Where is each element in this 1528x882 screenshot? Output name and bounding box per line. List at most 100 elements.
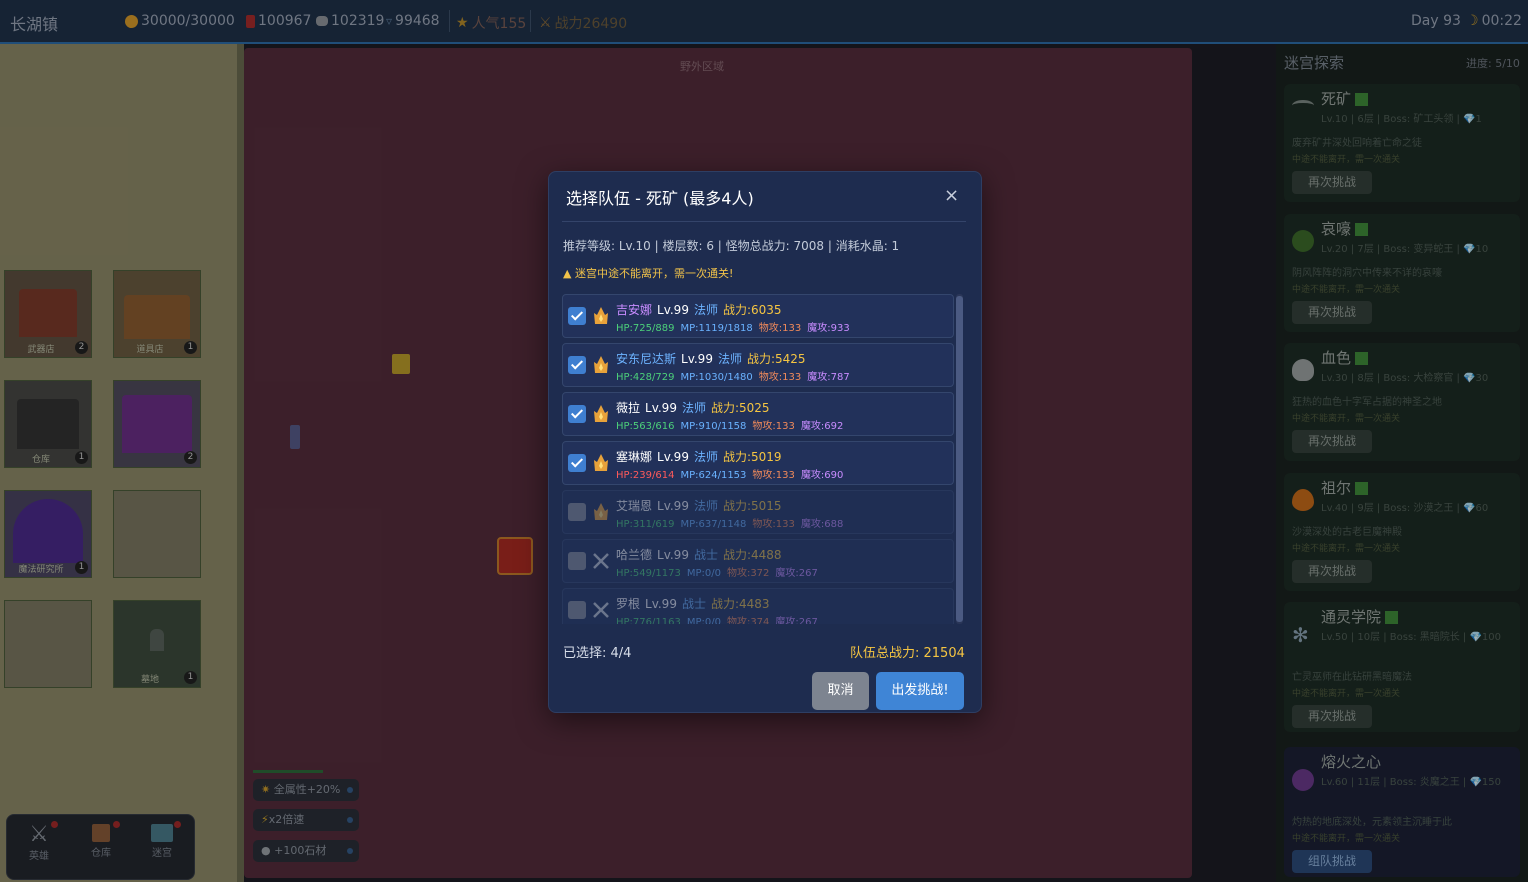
power-counter: ⚔ 战力26490 [539,15,628,32]
hero-class: 法师 [681,401,706,415]
cleared-check-icon [1355,93,1369,106]
storage-button[interactable]: 仓库 [76,821,126,859]
hero-row[interactable]: 艾瑞恩 Lv.99 法师 战力:5015 HP:311/619 MP:637/1148 物攻… [562,490,954,534]
building-warehouse[interactable]: 仓库 1 [4,380,92,468]
house-roof [124,295,190,339]
buff-stone[interactable]: ● +100石材 [253,840,359,862]
retry-button[interactable]: 再次挑战 [1292,705,1372,728]
dungeon-warning: 中途不能离开，需一次通关 [1292,834,1401,844]
gold-coin-icon [125,14,138,28]
map-hero-unit[interactable] [290,425,300,449]
hero-summary: 塞琳娜 Lv.99 法师 战力:5019 [616,448,782,465]
hero-stats: HP:776/1163 MP:0/0 物攻:374 魔攻:267 [616,613,818,624]
hero-magic-attack: 魔攻:933 [807,323,850,334]
hero-checkbox[interactable] [568,503,586,521]
buff-label: x2倍速 [268,813,305,826]
cancel-button[interactable]: 取消 [812,672,869,710]
hero-class: 战士 [681,597,706,611]
dungeon-meta: Lv.20 | 7层 | Boss: 变异蛇王 | 💎10 [1321,244,1489,255]
heroes-button[interactable]: ⚔ 英雄 [14,821,64,862]
hero-summary: 薇拉 Lv.99 法师 战力:5025 [616,399,770,416]
retry-button[interactable]: 再次挑战 [1292,430,1372,453]
dialog-divider [562,221,966,222]
hero-name: 艾瑞恩 [616,499,653,513]
retry-button[interactable]: 再次挑战 [1292,301,1372,324]
hero-row[interactable]: 薇拉 Lv.99 法师 战力:5025 HP:563/616 MP:910/1158 物攻:… [562,392,954,436]
close-icon[interactable]: × [944,185,959,206]
mage-flame-icon [591,502,611,522]
crossed-swords-icon: ⚔ [539,15,552,31]
hero-physical-attack: 物攻:133 [758,372,802,383]
scrollbar-thumb[interactable] [956,296,963,622]
dungeon-description: 灼热的地底深处，元素领主沉睡于此 [1292,817,1452,828]
building-count-badge: 1 [75,451,88,464]
warning-text: 迷宫中途不能离开，需一次通关! [574,267,734,280]
mage-flame-icon [591,355,611,375]
warning-icon: ▲ [563,267,575,280]
buff-speed[interactable]: ⚡x2倍速 [253,809,359,831]
map-monster-marker[interactable] [497,537,533,575]
house-roof [122,395,192,453]
retry-button[interactable]: 再次挑战 [1292,171,1372,194]
hero-checkbox[interactable] [568,307,586,325]
hero-hp: HP:311/619 [616,519,675,530]
hero-mp: MP:637/1148 [680,519,747,530]
hero-power: 战力:6035 [722,303,782,317]
hero-magic-attack: 魔攻:787 [807,372,850,383]
dungeon-warning: ▲ 迷宫中途不能离开，需一次通关! [563,265,733,281]
buff-all-stats[interactable]: ✷ 全属性+20% [253,779,359,801]
building-label: 墓地 [140,675,159,685]
building-magic-institute[interactable]: 魔法研究所 1 [4,490,92,578]
dungeon-progress: 进度: 5/10 [1466,57,1520,70]
flame-icon [1292,489,1314,511]
star-icon: ★ [456,15,469,31]
dungeon-name: 通灵学院 [1321,606,1399,627]
dialog-title: 选择队伍 - 死矿 (最多4人) [566,189,754,208]
hero-row[interactable]: 安东尼达斯 Lv.99 法师 战力:5425 HP:428/729 MP:1030/148… [562,343,954,387]
empty-building-lot[interactable] [113,490,201,578]
pickaxe-icon [1292,100,1314,111]
hero-checkbox[interactable] [568,356,586,374]
building-count-badge: 2 [184,451,197,464]
hero-row[interactable]: 哈兰德 Lv.99 战士 战力:4488 HP:549/1173 MP:0/0 物攻:372… [562,539,954,583]
potion-icon [246,14,255,28]
hero-checkbox[interactable] [568,552,586,570]
hero-physical-attack: 物攻:133 [752,519,795,530]
start-challenge-button[interactable]: 出发挑战! [876,672,964,710]
hero-checkbox[interactable] [568,601,586,619]
tombstone-icon [150,629,164,651]
hero-checkbox[interactable] [568,454,586,472]
dungeon-button[interactable]: 迷宫 [137,821,187,859]
hero-mp: MP:0/0 [686,617,721,624]
dungeon-card-zulfarrak: 祖尔 Lv.40 | 9层 | Boss: 沙漠之王 | 💎60 沙漠深处的古老… [1284,473,1520,591]
hero-hp: HP:776/1163 [616,617,681,624]
building-graveyard[interactable]: 墓地 1 [113,600,201,688]
clock: ☽ 00:22 [1466,13,1522,29]
hero-name: 罗根 [616,597,641,611]
hero-row[interactable]: 塞琳娜 Lv.99 法师 战力:5019 HP:239/614 MP:624/1153 物攻… [562,441,954,485]
building-weapon-shop[interactable]: 武器店 2 [4,270,92,358]
hero-checkbox[interactable] [568,405,586,423]
hero-row[interactable]: 罗根 Lv.99 战士 战力:4483 HP:776/1163 MP:0/0 物攻:374 魔… [562,588,954,624]
map-icon [151,824,173,842]
building-purple-house[interactable]: 2 [113,380,201,468]
hero-physical-attack: 物攻:133 [758,323,802,334]
team-challenge-button[interactable]: 组队挑战 [1292,850,1372,873]
hero-row[interactable]: 吉安娜 Lv.99 法师 战力:6035 HP:725/889 MP:1119/1818 物… [562,294,954,338]
hero-stats: HP:239/614 MP:624/1153 物攻:133 魔攻:690 [616,466,843,481]
map-chest-icon[interactable] [392,354,410,374]
dungeon-button-label: 迷宫 [152,848,172,859]
hero-hp: HP:428/729 [616,372,675,383]
dungeon-meta: Lv.40 | 9层 | Boss: 沙漠之王 | 💎60 [1321,503,1489,514]
dungeon-description: 阴风阵阵的洞穴中传来不详的哀嚎 [1292,268,1442,279]
hero-physical-attack: 物攻:374 [726,617,770,624]
hero-mp: MP:0/0 [686,568,721,579]
retry-button[interactable]: 再次挑战 [1292,560,1372,583]
warrior-swords-icon [591,551,611,571]
building-item-shop[interactable]: 道具店 1 [113,270,201,358]
hero-name: 哈兰德 [616,548,653,562]
hero-name: 塞琳娜 [616,450,653,464]
hero-list[interactable]: 吉安娜 Lv.99 法师 战力:6035 HP:725/889 MP:1119/1818 物… [562,294,965,624]
empty-building-lot[interactable] [4,600,92,688]
popularity-counter: ★ 人气155 [456,15,527,32]
